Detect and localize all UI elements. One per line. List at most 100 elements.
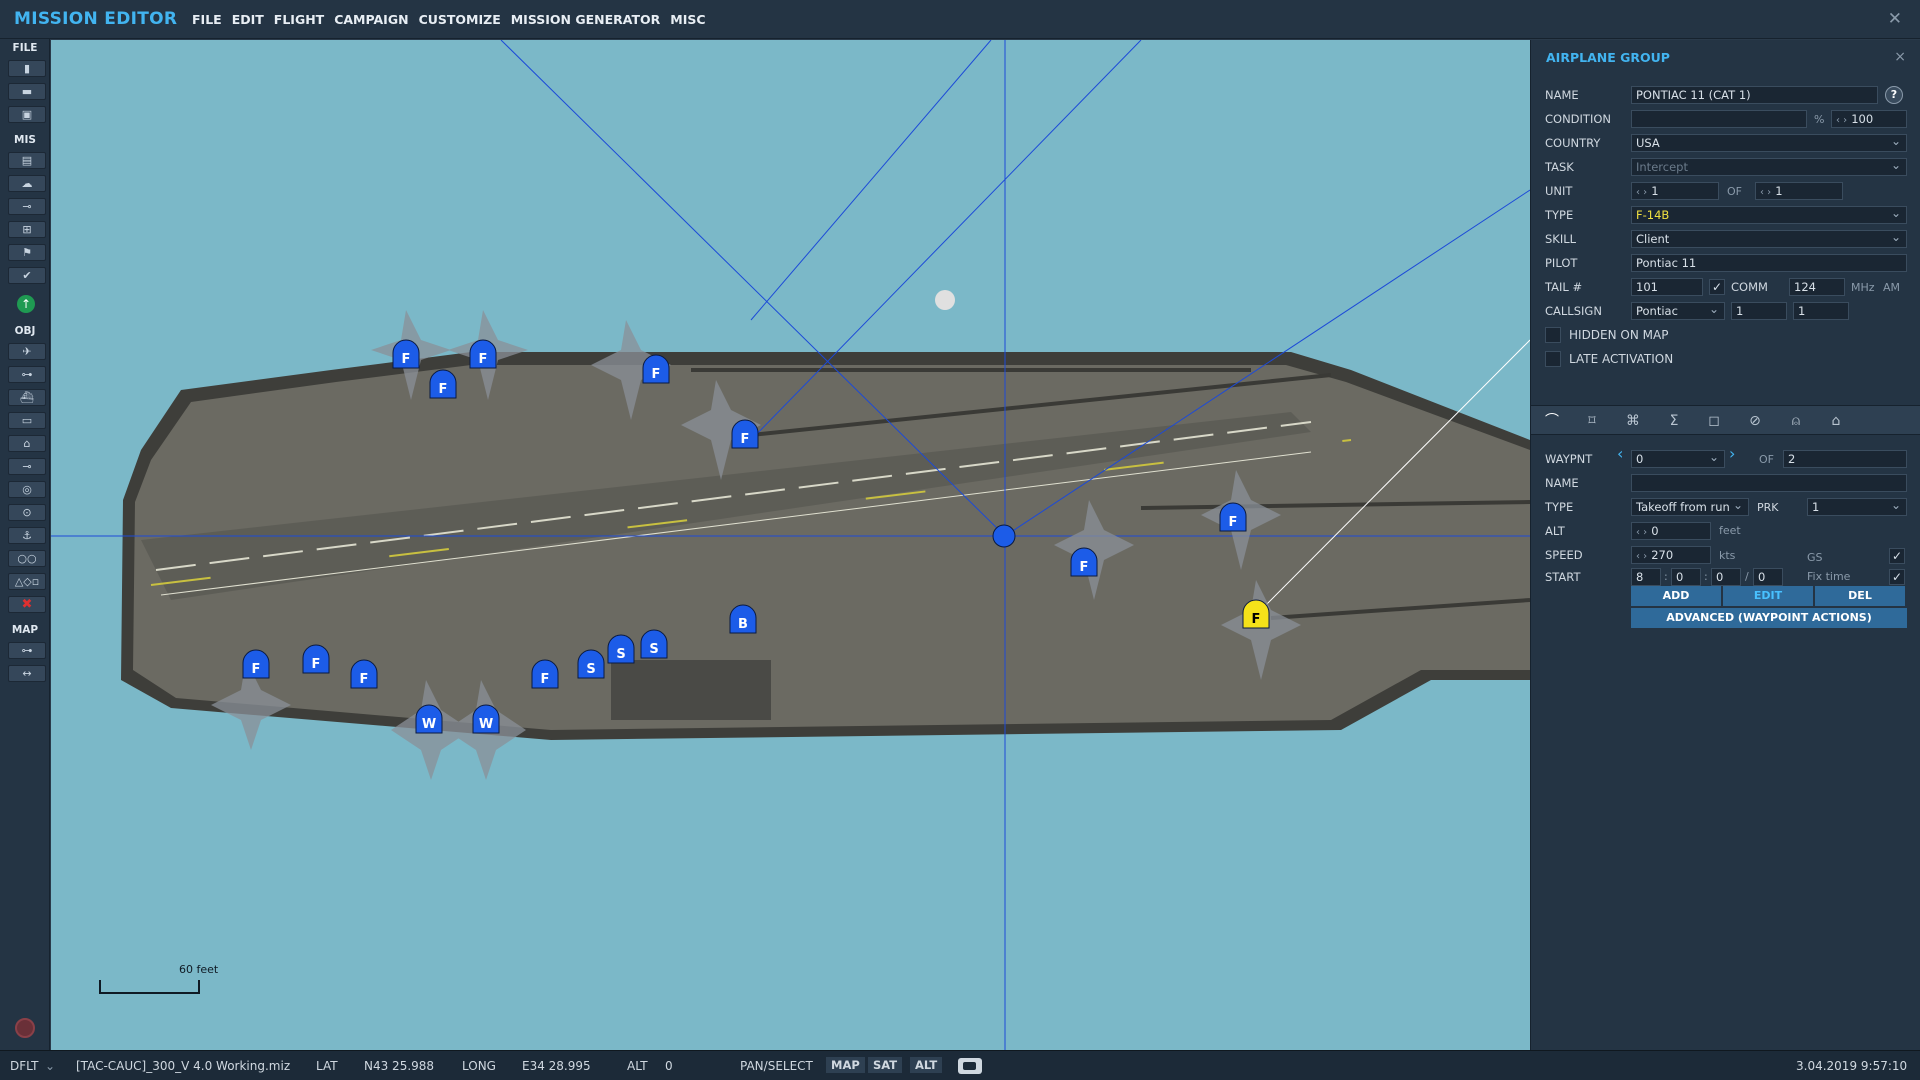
waypoint-select[interactable]: 0 [1631,450,1725,468]
start-second-field[interactable]: 0 [1711,568,1741,586]
resources-icon[interactable]: ⊞ [8,221,46,238]
menu-mission-generator[interactable]: MISSION GENERATOR [511,12,661,27]
unit-field[interactable]: ‹ › 1 [1631,182,1719,200]
comm-frequency-field[interactable]: 124 [1789,278,1845,296]
payload-icon[interactable]: ⌑ [1577,410,1607,432]
unit-marker[interactable]: F [642,354,670,384]
weather-icon[interactable]: ☁ [8,175,46,192]
comm-checkbox[interactable]: ✓ [1709,279,1725,295]
unit-marker[interactable]: F [731,419,759,449]
failures-icon[interactable]: ⊘ [1740,410,1770,432]
unit-marker[interactable]: F [392,339,420,369]
triggers-icon[interactable]: ⊸ [8,198,46,215]
spin-arrows-icon[interactable]: ‹ › [1760,187,1771,198]
mission-status-icon[interactable]: ↑ [17,295,35,313]
spin-arrows-icon[interactable]: ‹ › [1636,187,1647,198]
ruler-icon[interactable]: ⊶ [8,642,46,659]
group-name-field[interactable]: PONTIAC 11 (CAT 1) [1631,86,1878,104]
waypoint-actions-icon[interactable]: ⌘ [1618,410,1648,432]
callsign-number-1[interactable]: 1 [1731,302,1787,320]
helicopter-icon[interactable]: ⊶ [8,366,46,383]
ground-vehicle-icon[interactable]: ▭ [8,412,46,429]
carrier-deck-map[interactable]: F F F F F F F F F F F F W W B S S S [51,40,1530,1050]
carrier-icon[interactable]: ⚓ [8,527,46,544]
unit-of-field[interactable]: ‹ › 1 [1755,182,1843,200]
open-folder-icon[interactable]: ▬ [8,83,46,100]
unit-marker[interactable]: F [1242,599,1270,629]
map-view-button[interactable]: MAP [826,1057,865,1073]
unit-marker[interactable]: S [607,634,635,664]
unit-marker[interactable]: W [472,704,500,734]
triggered-actions-icon[interactable]: ◻ [1699,410,1729,432]
summary-icon[interactable]: Σ [1659,410,1689,432]
hidden-on-map-checkbox[interactable] [1545,327,1561,343]
altitude-view-button[interactable]: ALT [910,1057,943,1073]
pilot-field[interactable]: Pontiac 11 [1631,254,1907,272]
country-select[interactable]: USA [1631,134,1907,152]
check-icon[interactable]: ✔ [8,267,46,284]
record-icon[interactable] [15,1018,35,1038]
start-minute-field[interactable]: 0 [1671,568,1701,586]
delete-waypoint-button[interactable]: DEL [1815,586,1905,606]
waypoint-name-field[interactable] [1631,474,1907,492]
aircraft-type-select[interactable]: F-14B [1631,206,1907,224]
unit-marker[interactable]: S [640,629,668,659]
advanced-waypoint-actions-button[interactable]: ADVANCED (WAYPOINT ACTIONS) [1631,608,1907,628]
target-icon[interactable]: ◎ [8,481,46,498]
spin-arrows-icon[interactable]: ‹ › [1636,551,1647,562]
gs-checkbox[interactable]: ✓ [1889,548,1905,564]
condition-percent-field[interactable]: ‹ › 100 [1831,110,1907,128]
static-object-icon[interactable]: ⌂ [8,435,46,452]
speed-field[interactable]: ‹ › 270 [1631,546,1711,564]
menu-campaign[interactable]: CAMPAIGN [334,12,408,27]
unit-marker[interactable]: F [469,339,497,369]
goals-icon[interactable]: ⚑ [8,244,46,261]
unit-marker[interactable]: F [350,659,378,689]
distance-icon[interactable]: ↔ [8,665,46,682]
menu-customize[interactable]: CUSTOMIZE [419,12,501,27]
callsign-select[interactable]: Pontiac [1631,302,1725,320]
panel-close-button[interactable]: × [1894,49,1906,65]
menu-file[interactable]: FILE [192,12,222,27]
unit-marker[interactable]: W [415,704,443,734]
waypoint-type-select[interactable]: Takeoff from run [1631,498,1749,516]
menu-edit[interactable]: EDIT [232,12,264,27]
fix-time-checkbox[interactable]: ✓ [1889,569,1905,585]
carrier-waypoint-marker[interactable] [992,524,1016,548]
ship-icon[interactable]: ⛴ [8,389,46,406]
layout-mode-select[interactable]: DFLT [10,1059,39,1073]
layout-mode-chevron-icon[interactable]: ⌄ [45,1059,55,1073]
late-activation-checkbox[interactable] [1545,351,1561,367]
template-icon[interactable]: ○○ [8,550,46,567]
camera-icon[interactable] [958,1058,982,1074]
unit-marker[interactable]: F [531,659,559,689]
satellite-view-button[interactable]: SAT [868,1057,903,1073]
start-day-field[interactable]: 0 [1753,568,1783,586]
menu-misc[interactable]: MISC [670,12,705,27]
airplane-icon[interactable]: ✈ [8,343,46,360]
edit-waypoint-button[interactable]: EDIT [1723,586,1813,606]
save-icon[interactable]: ▣ [8,106,46,123]
window-close-button[interactable]: ✕ [1888,9,1902,29]
previous-waypoint-icon[interactable]: ‹ [1617,444,1623,463]
zone-icon[interactable]: ⊙ [8,504,46,521]
callsign-number-2[interactable]: 1 [1793,302,1849,320]
new-file-icon[interactable]: ▮ [8,60,46,77]
shapes-icon[interactable]: △◇▫ [8,573,46,590]
next-waypoint-icon[interactable]: › [1729,444,1735,463]
parking-select[interactable]: 1 [1807,498,1907,516]
skill-select[interactable]: Client [1631,230,1907,248]
unit-marker[interactable]: F [1219,502,1247,532]
map-view[interactable]: F F F F F F F F F F F F W W B S S S 60 feet [51,40,1530,1050]
pan-select-mode[interactable]: PAN/SELECT [740,1059,813,1073]
unit-marker[interactable]: S [577,649,605,679]
task-select[interactable]: Intercept [1631,158,1907,176]
help-icon[interactable]: ? [1885,86,1903,104]
altitude-field[interactable]: ‹ › 0 [1631,522,1711,540]
briefing-icon[interactable]: ▤ [8,152,46,169]
tail-number-field[interactable]: 101 [1631,278,1703,296]
menu-flight[interactable]: FLIGHT [274,12,324,27]
unit-marker[interactable]: F [429,369,457,399]
hangar-icon[interactable]: ⌂ [1821,410,1851,432]
radio-icon[interactable]: ⍝ [1781,410,1811,432]
